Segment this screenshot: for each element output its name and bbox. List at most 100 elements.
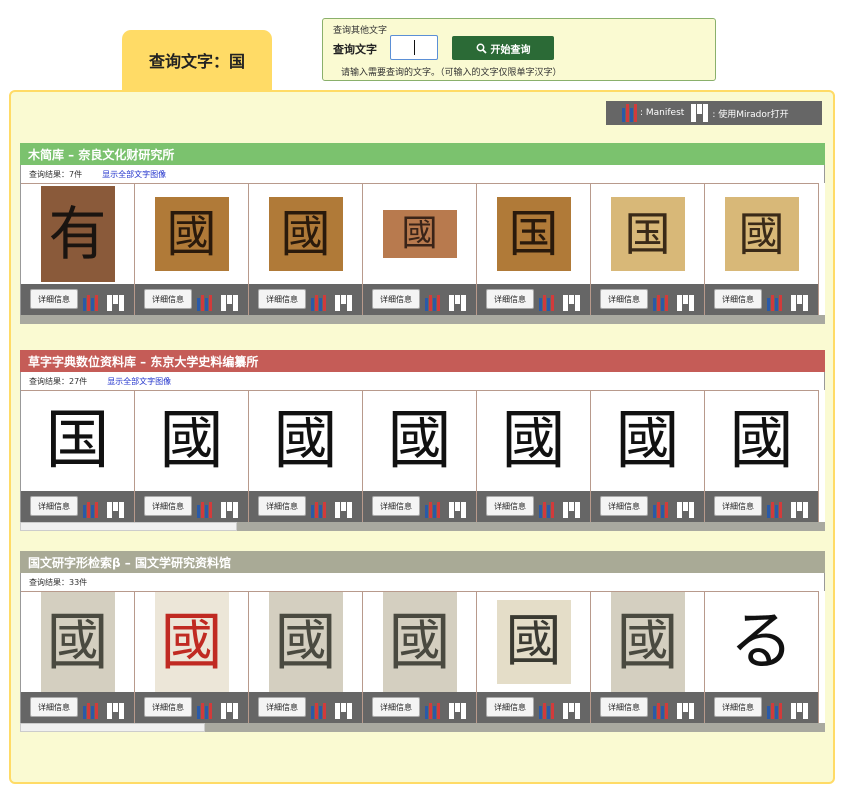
detail-button[interactable]: 详細信息	[258, 697, 306, 717]
mirador-icon[interactable]	[449, 703, 467, 719]
show-all-link[interactable]: 显示全部文字图像	[107, 376, 171, 387]
detail-button[interactable]: 详細信息	[30, 496, 78, 516]
detail-button[interactable]: 详细信息	[30, 289, 78, 309]
search-button[interactable]: 开始查询	[452, 36, 554, 60]
mirador-icon[interactable]	[107, 295, 125, 311]
iiif-manifest-icon[interactable]	[539, 703, 559, 719]
detail-button[interactable]: 详細信息	[30, 697, 78, 717]
detail-button[interactable]: 详細信息	[486, 496, 534, 516]
mirador-icon[interactable]	[563, 295, 581, 311]
scrollbar-thumb[interactable]	[20, 522, 238, 531]
detail-button[interactable]: 详細信息	[714, 697, 762, 717]
iiif-manifest-icon[interactable]	[197, 703, 217, 719]
iiif-manifest-icon[interactable]	[425, 703, 445, 719]
character-image[interactable]: 國	[496, 600, 571, 684]
character-image[interactable]: 國	[491, 399, 576, 483]
detail-button[interactable]: 详细信息	[486, 289, 534, 309]
iiif-manifest-icon[interactable]	[311, 703, 331, 719]
detail-button[interactable]: 详細信息	[258, 496, 306, 516]
mirador-icon[interactable]	[107, 703, 125, 719]
character-image[interactable]: 國	[719, 399, 804, 483]
mirador-icon[interactable]	[791, 502, 809, 518]
detail-button[interactable]: 详细信息	[600, 289, 648, 309]
mirador-icon[interactable]	[677, 295, 695, 311]
character-image[interactable]: 國	[268, 197, 343, 271]
detail-button[interactable]: 详細信息	[600, 697, 648, 717]
mirador-icon[interactable]	[221, 295, 239, 311]
iiif-manifest-icon[interactable]	[767, 703, 787, 719]
mirador-icon[interactable]	[677, 703, 695, 719]
character-image[interactable]: 有	[40, 186, 115, 282]
detail-button[interactable]: 详细信息	[714, 289, 762, 309]
detail-button[interactable]: 详細信息	[144, 496, 192, 516]
iiif-manifest-icon[interactable]	[311, 295, 331, 311]
mirador-icon[interactable]	[335, 502, 353, 518]
mirador-icon[interactable]	[449, 295, 467, 311]
scrollbar[interactable]	[20, 723, 825, 732]
detail-button[interactable]: 详細信息	[144, 697, 192, 717]
character-card: 國详細信息	[21, 591, 135, 723]
character-image[interactable]: 國	[610, 592, 685, 692]
mirador-icon[interactable]	[221, 703, 239, 719]
iiif-manifest-icon[interactable]	[83, 703, 103, 719]
character-image[interactable]: 國	[263, 399, 348, 483]
show-all-link[interactable]: 显示全部文字图像	[102, 169, 166, 180]
character-image[interactable]: 國	[724, 197, 799, 271]
character-card: 國详細信息	[249, 390, 363, 522]
mirador-icon[interactable]	[791, 703, 809, 719]
detail-button[interactable]: 详細信息	[372, 697, 420, 717]
iiif-manifest-icon[interactable]	[425, 295, 445, 311]
iiif-manifest-icon[interactable]	[311, 502, 331, 518]
character-image[interactable]: 國	[377, 399, 462, 483]
character-image[interactable]: 國	[149, 399, 234, 483]
iiif-manifest-icon[interactable]	[197, 295, 217, 311]
mirador-icon[interactable]	[335, 703, 353, 719]
mirador-icon[interactable]	[791, 295, 809, 311]
detail-button[interactable]: 详細信息	[714, 496, 762, 516]
iiif-manifest-icon[interactable]	[539, 295, 559, 311]
character-card: 國详细信息	[705, 183, 819, 315]
mirador-icon[interactable]	[221, 502, 239, 518]
mirador-icon[interactable]	[335, 295, 353, 311]
iiif-manifest-icon[interactable]	[83, 295, 103, 311]
character-image[interactable]: 國	[154, 592, 229, 692]
mirador-icon[interactable]	[107, 502, 125, 518]
page-title: 查询文字：国	[122, 30, 272, 94]
iiif-manifest-icon[interactable]	[767, 502, 787, 518]
character-image[interactable]: 國	[268, 592, 343, 692]
mirador-icon[interactable]	[563, 703, 581, 719]
character-image[interactable]: 國	[382, 592, 457, 692]
result-line: 查询结果：7件 显示全部文字图像	[20, 165, 825, 183]
card-row: 國详細信息國详細信息國详細信息國详細信息國详細信息國详細信息る详細信息	[20, 591, 825, 723]
iiif-manifest-icon[interactable]	[539, 502, 559, 518]
iiif-manifest-icon[interactable]	[767, 295, 787, 311]
iiif-manifest-icon[interactable]	[653, 502, 673, 518]
scrollbar[interactable]	[20, 522, 825, 531]
iiif-manifest-icon[interactable]	[197, 502, 217, 518]
character-card: る详細信息	[705, 591, 819, 723]
iiif-manifest-icon[interactable]	[653, 703, 673, 719]
scrollbar-thumb[interactable]	[20, 723, 206, 732]
character-image[interactable]: 国	[610, 197, 685, 271]
character-image[interactable]: 国	[35, 399, 120, 483]
mirador-icon[interactable]	[563, 502, 581, 518]
detail-button[interactable]: 详細信息	[372, 496, 420, 516]
character-image[interactable]: 国	[496, 197, 571, 271]
mirador-icon[interactable]	[449, 502, 467, 518]
detail-button[interactable]: 详细信息	[144, 289, 192, 309]
detail-button[interactable]: 详细信息	[372, 289, 420, 309]
character-image[interactable]: 國	[382, 210, 457, 258]
character-image[interactable]: 國	[605, 399, 690, 483]
character-image[interactable]: る	[719, 600, 804, 684]
mirador-icon[interactable]	[677, 502, 695, 518]
mirador-icon	[691, 104, 709, 122]
scrollbar[interactable]	[20, 315, 825, 324]
iiif-manifest-icon[interactable]	[425, 502, 445, 518]
iiif-manifest-icon[interactable]	[83, 502, 103, 518]
character-image[interactable]: 國	[154, 197, 229, 271]
detail-button[interactable]: 详细信息	[258, 289, 306, 309]
iiif-manifest-icon[interactable]	[653, 295, 673, 311]
character-image[interactable]: 國	[40, 592, 115, 692]
detail-button[interactable]: 详細信息	[600, 496, 648, 516]
detail-button[interactable]: 详細信息	[486, 697, 534, 717]
